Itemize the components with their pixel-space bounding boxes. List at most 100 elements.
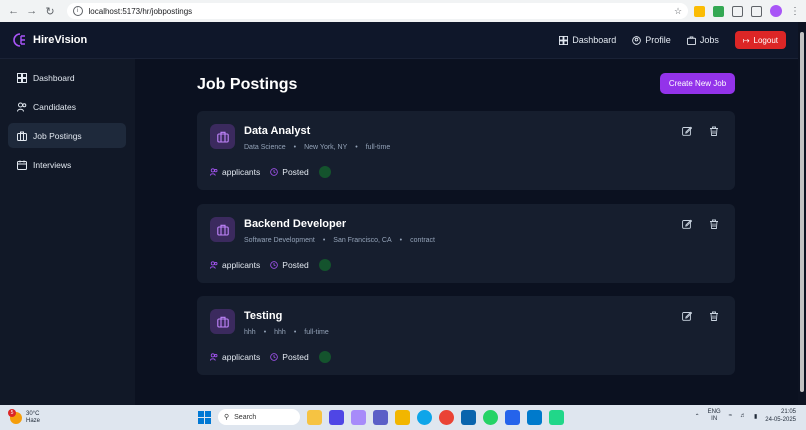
trash-icon[interactable] bbox=[709, 311, 719, 321]
logout-button[interactable]: ↦ Logout bbox=[734, 31, 786, 49]
search-icon: ⚲ bbox=[224, 414, 230, 421]
logout-icon: ↦ bbox=[742, 35, 750, 45]
windows-start-icon[interactable] bbox=[198, 410, 211, 424]
extension-icon[interactable] bbox=[713, 5, 725, 17]
posted-stat: Posted bbox=[270, 260, 309, 270]
applicants-stat: applicants bbox=[210, 352, 260, 362]
job-stats: applicants Posted bbox=[210, 351, 331, 363]
back-icon[interactable]: ← bbox=[6, 3, 21, 19]
battery-icon[interactable]: ▮ bbox=[754, 413, 757, 420]
sidepanel-icon[interactable] bbox=[751, 5, 763, 17]
briefcase-icon bbox=[216, 131, 229, 143]
weather-badge: 5 bbox=[8, 408, 16, 417]
edit-icon[interactable] bbox=[682, 311, 692, 321]
separator-dot: • bbox=[293, 144, 297, 151]
sidebar-item-interviews[interactable]: Interviews bbox=[8, 152, 126, 177]
edit-icon[interactable] bbox=[682, 219, 692, 229]
job-card[interactable]: Testing hhh • hhh • full-time applicants bbox=[197, 296, 735, 375]
briefcase-icon bbox=[686, 35, 696, 45]
file-explorer-icon[interactable] bbox=[307, 409, 322, 425]
taskbar-search[interactable]: ⚲ Search bbox=[218, 409, 300, 425]
scrollbar-thumb[interactable] bbox=[800, 32, 804, 392]
separator-dot: • bbox=[399, 237, 403, 244]
weather-desc: Haze bbox=[26, 417, 41, 424]
job-department: Data Science bbox=[244, 144, 286, 151]
job-actions bbox=[682, 126, 719, 136]
system-tray: ⌃ ENG IN ≈ ♬ ▮ 21:05 24-05-2025 bbox=[695, 408, 796, 424]
wifi-icon[interactable]: ≈ bbox=[729, 413, 732, 419]
brand-name: HireVision bbox=[33, 34, 88, 46]
job-stats: applicants Posted bbox=[210, 166, 331, 178]
calendar-icon bbox=[17, 160, 27, 170]
sidebar-item-dashboard[interactable]: Dashboard bbox=[8, 65, 126, 90]
clock[interactable]: 21:05 24-05-2025 bbox=[765, 408, 796, 424]
nav-dashboard[interactable]: Dashboard bbox=[559, 35, 616, 45]
folder-icon[interactable] bbox=[395, 409, 410, 425]
users-icon bbox=[210, 353, 218, 361]
copilot-icon[interactable] bbox=[351, 409, 366, 425]
job-card[interactable]: Data Analyst Data Science • New York, NY… bbox=[197, 111, 735, 190]
users-icon bbox=[210, 168, 218, 176]
sidebar-item-label: Candidates bbox=[33, 101, 77, 112]
applicants-label: applicants bbox=[222, 352, 261, 362]
reload-icon[interactable]: ↻ bbox=[42, 3, 57, 19]
users-icon bbox=[210, 261, 218, 269]
separator-dot: • bbox=[263, 329, 267, 336]
briefcase-icon bbox=[17, 131, 27, 141]
forward-icon[interactable]: → bbox=[24, 3, 39, 19]
browser-menu-icon[interactable]: ⋮ bbox=[790, 6, 800, 17]
site-info-icon[interactable]: i bbox=[72, 6, 83, 16]
brand[interactable]: HireVision bbox=[12, 32, 87, 48]
job-title: Testing bbox=[244, 310, 283, 322]
address-bar[interactable]: i localhost:5173/hr/jobpostings ☆ bbox=[66, 3, 689, 19]
job-icon bbox=[210, 217, 235, 242]
sidebar-item-candidates[interactable]: Candidates bbox=[8, 94, 126, 119]
nav-dashboard-label: Dashboard bbox=[572, 35, 617, 45]
create-new-job-button[interactable]: Create New Job bbox=[660, 73, 735, 94]
applicants-stat: applicants bbox=[210, 260, 260, 270]
page-scrollbar[interactable] bbox=[798, 22, 806, 405]
applicants-label: applicants bbox=[222, 167, 261, 177]
volume-icon[interactable]: ♬ bbox=[740, 413, 746, 419]
outlook-icon[interactable] bbox=[461, 409, 476, 425]
language-indicator[interactable]: ENG IN bbox=[708, 409, 721, 423]
app-icon[interactable] bbox=[329, 409, 344, 425]
job-title: Data Analyst bbox=[244, 125, 311, 137]
chrome-icon[interactable] bbox=[439, 409, 454, 425]
posted-label: Posted bbox=[282, 167, 309, 177]
trash-icon[interactable] bbox=[709, 126, 719, 136]
browser-toolbar: ← → ↻ i localhost:5173/hr/jobpostings ☆ … bbox=[0, 0, 806, 22]
browser-profile-avatar[interactable] bbox=[770, 5, 783, 17]
taskbar-search-label: Search bbox=[234, 413, 257, 421]
trash-icon[interactable] bbox=[709, 219, 719, 229]
extension-icon[interactable] bbox=[694, 5, 706, 17]
whatsapp-icon[interactable] bbox=[483, 409, 498, 425]
vscode-icon[interactable] bbox=[527, 409, 542, 425]
weather-widget[interactable]: 5 30°C Haze bbox=[8, 408, 41, 425]
chevron-up-icon[interactable]: ⌃ bbox=[695, 413, 700, 420]
logo-icon bbox=[13, 33, 25, 47]
main-content: Job Postings Create New Job Data Analyst… bbox=[135, 59, 798, 405]
star-icon[interactable]: ☆ bbox=[674, 6, 682, 17]
nav-profile[interactable]: Profile bbox=[632, 35, 671, 45]
clock-icon bbox=[270, 261, 279, 269]
job-location: hhh bbox=[274, 329, 286, 336]
nav-jobs[interactable]: Jobs bbox=[686, 35, 719, 45]
edge-icon[interactable] bbox=[417, 409, 432, 425]
sidebar-item-label: Dashboard bbox=[33, 72, 75, 83]
pycharm-icon[interactable] bbox=[549, 409, 564, 425]
job-card[interactable]: Backend Developer Software Development •… bbox=[197, 204, 735, 283]
sidebar-item-job-postings[interactable]: Job Postings bbox=[8, 123, 126, 148]
job-actions bbox=[682, 219, 719, 229]
top-nav: Dashboard Profile Jobs ↦ Logout bbox=[559, 31, 786, 49]
taskbar-apps: ⚲ Search bbox=[198, 409, 564, 425]
edit-icon[interactable] bbox=[682, 126, 692, 136]
weather-temp: 30°C bbox=[26, 410, 40, 417]
grid-icon bbox=[17, 72, 27, 83]
weather-sun-icon: 5 bbox=[8, 408, 22, 424]
dashboard-icon bbox=[559, 35, 569, 45]
posted-stat: Posted bbox=[270, 352, 309, 362]
phone-link-icon[interactable] bbox=[505, 409, 520, 425]
teams-icon[interactable] bbox=[373, 409, 388, 425]
extensions-puzzle-icon[interactable] bbox=[732, 5, 744, 17]
